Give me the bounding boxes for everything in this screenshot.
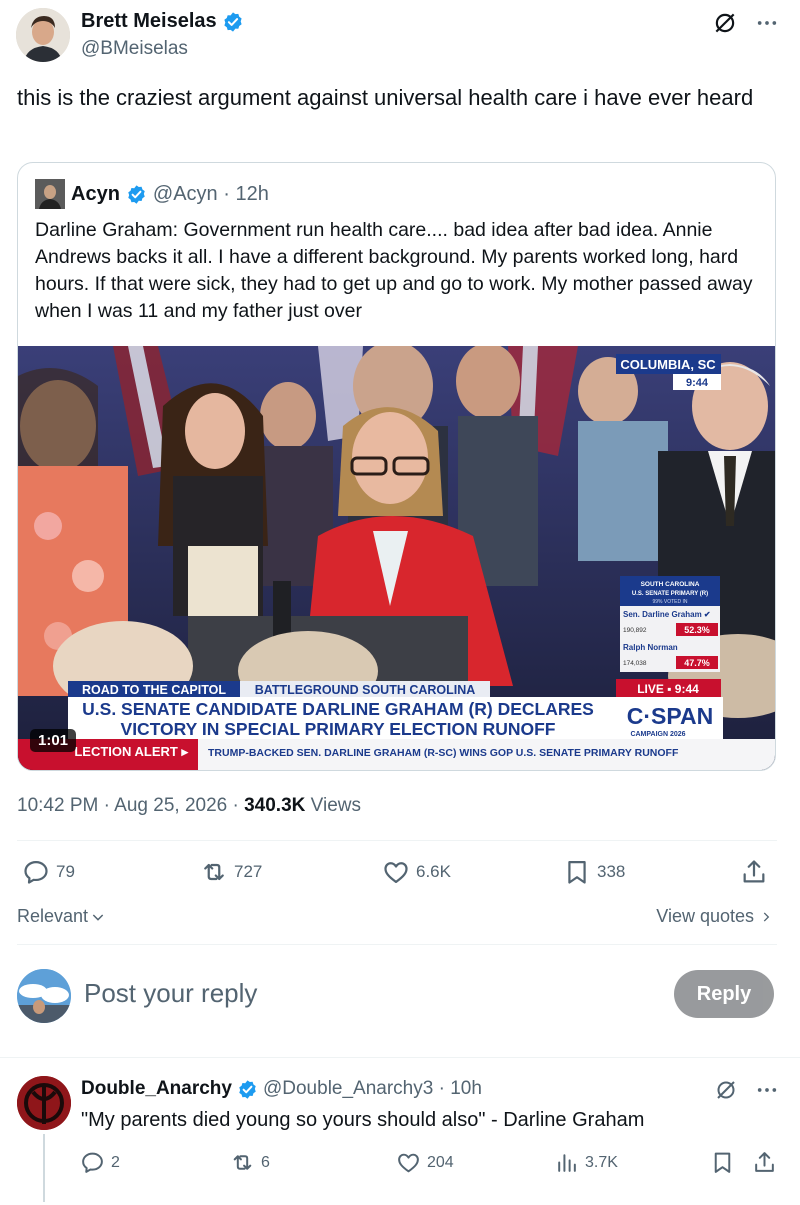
repost-action[interactable]: 6 — [230, 1150, 270, 1175]
sort-dropdown[interactable]: Relevant — [17, 906, 106, 927]
post-meta: 10:42 PM · Aug 25, 2026 · 340.3K Views — [17, 795, 361, 817]
quote-handle-time: @Acyn · 12h — [152, 182, 269, 205]
video-player[interactable]: COLUMBIA, SC 9:44 SOUTH CAROLINA U.S. SE… — [18, 346, 775, 770]
views-count: 3.7K — [585, 1153, 618, 1171]
reply-count: 2 — [111, 1153, 120, 1171]
grok-icon[interactable] — [714, 1078, 738, 1102]
reply-engagement-bar: 2 6 204 3.7K — [80, 1150, 780, 1178]
reply-icon — [24, 860, 48, 884]
verified-badge-icon — [224, 11, 242, 32]
network-sub: CAMPAIGN 2026 — [630, 731, 685, 738]
reply-action[interactable]: 2 — [80, 1150, 120, 1175]
verified-badge-icon — [239, 1079, 256, 1099]
headline-line-1: U.S. SENATE CANDIDATE DARLINE GRAHAM (R)… — [82, 699, 594, 719]
reply-count: 79 — [56, 862, 75, 881]
reply-input[interactable]: Post your reply — [84, 978, 257, 1009]
views-label: Views — [305, 795, 361, 816]
sort-label: Relevant — [17, 906, 89, 926]
engagement-bar: 79 727 6.6K 338 — [20, 858, 775, 892]
quote-header: Acyn @Acyn · 12h — [35, 179, 269, 209]
like-count: 204 — [427, 1153, 454, 1171]
headline-line-2: VICTORY IN SPECIAL PRIMARY ELECTION RUNO… — [121, 719, 556, 739]
results-reporting: 99% VOTED IN — [652, 599, 687, 605]
road-label: ROAD TO THE CAPITOL — [82, 683, 226, 697]
quoted-tweet-card[interactable]: Acyn @Acyn · 12h Darline Graham: Governm… — [17, 162, 776, 771]
tweet-text: this is the craziest argument against un… — [17, 85, 754, 110]
reply-author-name[interactable]: Double_Anarchy — [81, 1078, 232, 1100]
divider — [17, 944, 777, 945]
bookmark-icon — [568, 860, 586, 884]
quote-avatar[interactable] — [35, 179, 65, 209]
results-title: SOUTH CAROLINA — [641, 581, 700, 588]
view-quotes-link[interactable]: View quotes — [656, 906, 772, 927]
repost-action[interactable]: 727 — [200, 858, 262, 886]
view-quotes-label: View quotes — [656, 906, 754, 926]
bookmark-action[interactable]: 338 — [563, 858, 625, 886]
repost-icon — [233, 1155, 252, 1170]
candidate-1-votes: 190,892 — [623, 627, 647, 634]
verified-badge-icon — [128, 184, 145, 204]
quote-author-name[interactable]: Acyn — [71, 183, 120, 206]
author-handle[interactable]: @BMeiselas — [81, 38, 188, 60]
views-count: 340.3K — [244, 795, 306, 816]
reply-name-row: Double_Anarchy @Double_Anarchy3 · 10h — [81, 1078, 482, 1100]
share-icon — [743, 860, 765, 883]
time-bug: 9:44 — [686, 377, 709, 389]
battleground-label: BATTLEGROUND SOUTH CAROLINA — [255, 683, 476, 697]
ticker-text: TRUMP-BACKED SEN. DARLINE GRAHAM (R-SC) … — [208, 747, 679, 759]
like-action[interactable]: 204 — [396, 1150, 454, 1175]
alert-label: LECTION ALERT ▸ — [74, 744, 189, 759]
live-label: LIVE ▪ 9:44 — [637, 682, 699, 696]
chevron-down-icon — [92, 913, 104, 921]
author-name[interactable]: Brett Meiselas — [81, 10, 217, 33]
repost-count: 6 — [261, 1153, 270, 1171]
repost-icon — [204, 863, 224, 881]
reply-text: "My parents died young so yours should a… — [81, 1109, 645, 1131]
bookmark-count: 338 — [597, 862, 626, 881]
thread-line — [43, 1134, 45, 1202]
author-name-row: Brett Meiselas — [81, 10, 244, 33]
views-action[interactable]: 3.7K — [554, 1150, 618, 1175]
top-actions — [712, 10, 778, 36]
reply-button[interactable]: Reply — [674, 970, 774, 1018]
bookmark-action[interactable] — [710, 1150, 735, 1175]
divider — [17, 840, 777, 841]
candidate-1-name: Sen. Darline Graham ✔ — [623, 610, 711, 619]
results-subtitle: U.S. SENATE PRIMARY (R) — [632, 591, 708, 597]
repost-count: 727 — [234, 862, 263, 881]
heart-icon — [398, 1153, 419, 1173]
more-options-icon[interactable] — [756, 12, 778, 34]
grok-icon[interactable] — [712, 10, 738, 36]
bookmark-icon — [714, 1152, 731, 1173]
candidate-2-votes: 174,038 — [623, 660, 647, 667]
reply-action[interactable]: 79 — [22, 858, 75, 886]
share-action[interactable] — [752, 1150, 777, 1175]
share-action[interactable] — [740, 858, 768, 886]
post-timestamp[interactable]: 10:42 PM · Aug 25, 2026 · — [17, 795, 244, 816]
author-avatar[interactable] — [16, 8, 70, 62]
candidate-1-pct: 52.3% — [684, 625, 710, 635]
analytics-icon — [558, 1154, 576, 1172]
like-count: 6.6K — [416, 862, 451, 881]
candidate-2-pct: 47.7% — [684, 658, 710, 668]
reply-author-avatar[interactable] — [17, 1076, 71, 1130]
location-label: COLUMBIA, SC — [620, 357, 716, 372]
heart-icon — [384, 862, 408, 884]
divider — [0, 1057, 800, 1058]
candidate-2-name: Ralph Norman — [623, 643, 678, 652]
share-icon — [755, 1152, 774, 1172]
current-user-avatar[interactable] — [17, 969, 71, 1023]
network-logo: C·SPAN — [627, 703, 713, 729]
reply-handle-time: @Double_Anarchy3 · 10h — [262, 1078, 482, 1099]
like-action[interactable]: 6.6K — [382, 858, 451, 886]
reply-top-actions — [714, 1078, 778, 1102]
video-duration-badge: 1:01 — [30, 729, 77, 752]
reply-icon — [82, 1152, 103, 1173]
more-options-icon[interactable] — [756, 1079, 778, 1101]
quote-text: Darline Graham: Government run health ca… — [35, 219, 753, 322]
chevron-right-icon — [763, 911, 770, 922]
video-frame: COLUMBIA, SC 9:44 SOUTH CAROLINA U.S. SE… — [18, 346, 775, 770]
